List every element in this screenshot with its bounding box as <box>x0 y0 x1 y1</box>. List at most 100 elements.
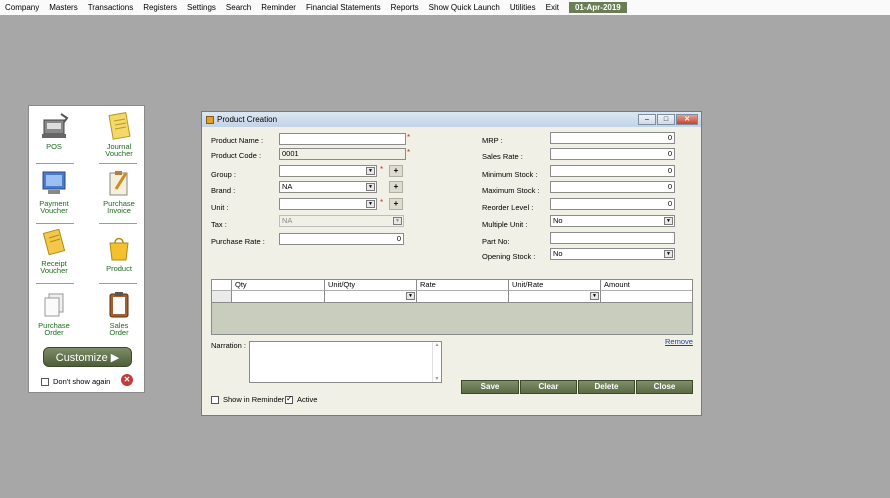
clear-button[interactable]: Clear <box>520 380 577 394</box>
narration-label: Narration : <box>211 341 247 350</box>
purchase-rate-input[interactable]: 0 <box>279 233 404 245</box>
add-brand-button[interactable]: + <box>389 181 403 193</box>
menu-transactions[interactable]: Transactions <box>83 0 139 15</box>
maximize-icon[interactable]: □ <box>657 114 675 125</box>
maximum-stock-label: Maximum Stock : <box>482 186 540 195</box>
purchase-rate-label: Purchase Rate : <box>211 237 265 246</box>
grid-cell-unit-qty[interactable]: ▼ <box>325 291 417 303</box>
window-controls: – □ ✕ <box>638 114 698 125</box>
save-button[interactable]: Save <box>461 380 519 394</box>
scroll-up-icon[interactable]: ▲ <box>433 342 441 348</box>
opening-stock-label: Opening Stock : <box>482 252 536 261</box>
documents-icon <box>44 293 64 317</box>
chevron-down-icon[interactable]: ▼ <box>664 250 673 258</box>
column-header-unit-rate: Unit/Rate <box>509 280 601 291</box>
window-titlebar: Product Creation <box>202 112 701 127</box>
dont-show-again-checkbox[interactable] <box>41 377 49 386</box>
narration-textarea[interactable]: ▲ ▼ <box>249 341 442 383</box>
opening-stock-select[interactable]: No ▼ <box>550 248 675 260</box>
clipboard-pen-icon <box>109 171 128 196</box>
column-header-unit-qty: Unit/Qty <box>325 280 417 291</box>
row-header-corner <box>212 280 232 291</box>
quick-launch-purchase-order[interactable]: Purchase Order <box>29 291 79 336</box>
menu-bar: Company Masters Transactions Registers S… <box>0 0 890 15</box>
menu-utilities[interactable]: Utilities <box>505 0 541 15</box>
app-icon <box>206 115 214 124</box>
column-header-qty: Qty <box>232 280 325 291</box>
chevron-down-icon[interactable]: ▼ <box>664 217 673 225</box>
cash-register-icon <box>42 113 69 138</box>
reorder-level-label: Reorder Level : <box>482 203 534 212</box>
tax-select[interactable]: NA ▼ <box>279 215 404 227</box>
window-title: Product Creation <box>217 115 278 124</box>
active-option[interactable]: Active <box>285 394 317 404</box>
quick-launch-journal-voucher[interactable]: Journal Voucher <box>94 112 144 157</box>
grid-cell-unit-rate[interactable]: ▼ <box>509 291 601 303</box>
chevron-down-icon[interactable]: ▼ <box>406 292 415 300</box>
menu-masters[interactable]: Masters <box>44 0 82 15</box>
divider <box>36 223 74 224</box>
remove-link[interactable]: Remove <box>665 337 693 346</box>
show-in-reminder-checkbox[interactable] <box>211 395 219 404</box>
scrollbar[interactable]: ▲ ▼ <box>432 342 441 382</box>
divider <box>36 163 74 164</box>
required-marker: * <box>380 198 384 207</box>
add-group-button[interactable]: + <box>389 165 403 177</box>
chevron-down-icon[interactable]: ▼ <box>366 167 375 175</box>
delete-button[interactable]: Delete <box>578 380 635 394</box>
brand-select[interactable]: NA ▼ <box>279 181 377 193</box>
group-label: Group : <box>211 170 237 179</box>
active-checkbox[interactable] <box>285 394 293 404</box>
scroll-down-icon[interactable]: ▼ <box>433 376 441 382</box>
menu-show-quick-launch[interactable]: Show Quick Launch <box>424 0 505 15</box>
menu-exit[interactable]: Exit <box>541 0 564 15</box>
menu-reminder[interactable]: Reminder <box>256 0 301 15</box>
quick-launch-purchase-invoice[interactable]: Purchase Invoice <box>94 169 144 214</box>
grid-cell-rate[interactable] <box>417 291 509 303</box>
chevron-down-icon[interactable]: ▼ <box>366 183 375 191</box>
row-header <box>212 291 232 303</box>
close-button[interactable]: Close <box>636 380 693 394</box>
dont-show-again-option[interactable]: Don't show again <box>41 377 110 386</box>
minimum-stock-input[interactable]: 0 <box>550 165 675 177</box>
product-code-input[interactable]: 0001 <box>279 148 406 160</box>
grid-cell-qty[interactable] <box>232 291 325 303</box>
product-creation-window: Product Creation – □ ✕ Product Name : * … <box>201 111 702 416</box>
quick-launch-payment-voucher[interactable]: Payment Voucher <box>29 169 79 214</box>
reorder-level-input[interactable]: 0 <box>550 198 675 210</box>
close-icon[interactable]: ✕ <box>121 374 133 386</box>
unit-select[interactable]: ▼ <box>279 198 377 210</box>
minimize-icon[interactable]: – <box>638 114 656 125</box>
quick-launch-receipt-voucher[interactable]: Receipt Voucher <box>29 228 79 274</box>
column-header-rate: Rate <box>417 280 509 291</box>
menu-registers[interactable]: Registers <box>138 0 182 15</box>
product-name-input[interactable] <box>279 133 406 145</box>
quick-launch-product[interactable]: Product <box>94 234 144 272</box>
menu-reports[interactable]: Reports <box>386 0 424 15</box>
window-close-icon[interactable]: ✕ <box>676 114 698 125</box>
grid-cell-amount[interactable] <box>601 291 692 303</box>
chevron-down-icon[interactable]: ▼ <box>366 200 375 208</box>
menu-company[interactable]: Company <box>0 0 44 15</box>
add-unit-button[interactable]: + <box>389 198 403 210</box>
chevron-down-icon[interactable]: ▼ <box>590 292 599 300</box>
group-select[interactable]: ▼ <box>279 165 377 177</box>
mrp-input[interactable]: 0 <box>550 132 675 144</box>
part-no-input[interactable] <box>550 232 675 244</box>
maximum-stock-input[interactable]: 0 <box>550 181 675 193</box>
multiple-unit-grid: Qty Unit/Qty Rate Unit/Rate Amount ▼ ▼ <box>211 279 693 335</box>
multiple-unit-select[interactable]: No ▼ <box>550 215 675 227</box>
quick-launch-sales-order[interactable]: Sales Order <box>94 291 144 336</box>
menu-financial-statements[interactable]: Financial Statements <box>301 0 386 15</box>
required-marker: * <box>380 165 384 174</box>
menu-search[interactable]: Search <box>221 0 256 15</box>
sales-rate-input[interactable]: 0 <box>550 148 675 160</box>
current-date-badge: 01-Apr-2019 <box>568 2 627 13</box>
notepad-icon <box>108 112 131 140</box>
sales-rate-label: Sales Rate : <box>482 152 523 161</box>
quick-launch-pos[interactable]: POS <box>29 112 79 150</box>
menu-settings[interactable]: Settings <box>182 0 221 15</box>
monitor-icon <box>42 171 66 194</box>
show-in-reminder-option[interactable]: Show in Reminder <box>211 395 284 404</box>
customize-button[interactable]: Customize ▶ <box>43 347 132 367</box>
